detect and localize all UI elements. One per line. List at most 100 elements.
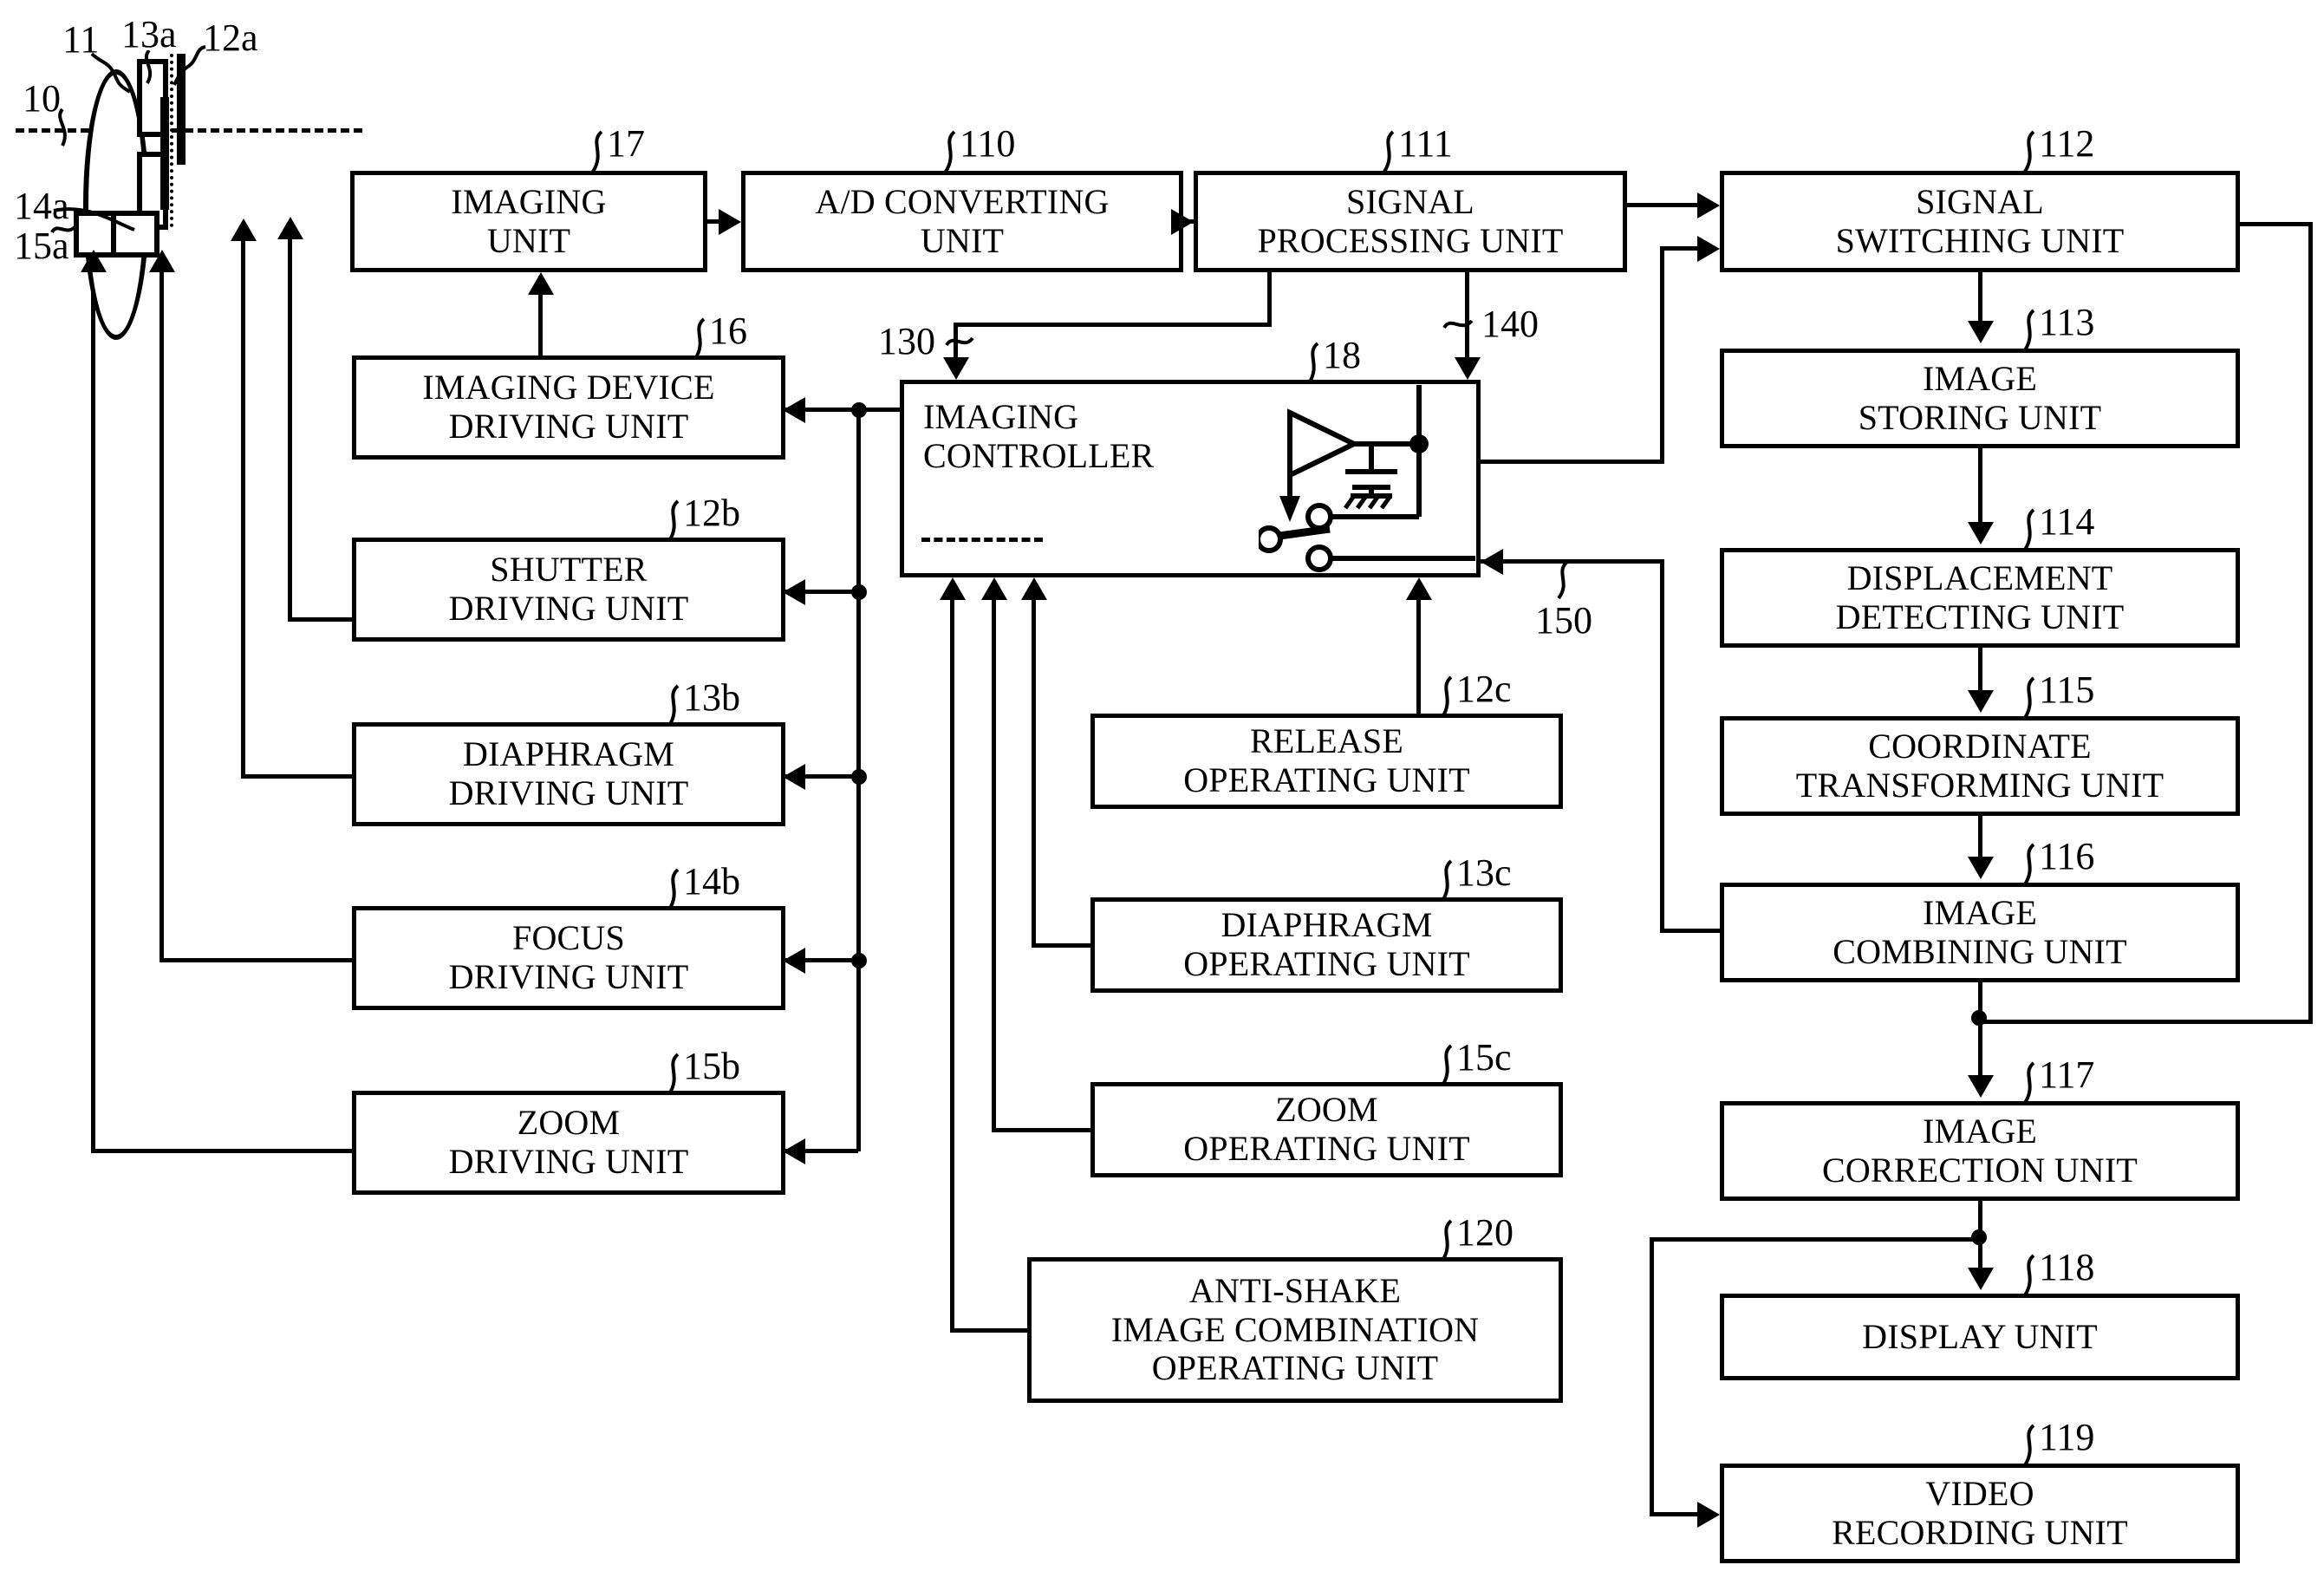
wire-fdu-left [159, 958, 354, 962]
block-signal-processing-unit[interactable]: SIGNAL PROCESSING UNIT [1194, 171, 1627, 272]
block-signal-switching-unit[interactable]: SIGNAL SWITCHING UNIT [1720, 171, 2240, 272]
arrow-zdu-to-zoom [81, 250, 107, 272]
arrow-imaging-to-ad [719, 209, 741, 235]
block-image-storing-unit[interactable]: IMAGE STORING UNIT [1720, 349, 2240, 448]
block-display-unit[interactable]: DISPLAY UNIT [1720, 1294, 2240, 1380]
ref-17: 17 [607, 122, 645, 165]
leader-16 [693, 317, 706, 361]
wire-ddu2-left [241, 774, 354, 779]
controller-switch-input-dashed-wire [921, 538, 1043, 542]
arrow-bus-to-iddu [783, 397, 805, 423]
block-displacement-detecting-unit[interactable]: DISPLACEMENT DETECTING UNIT [1720, 548, 2240, 648]
arrow-ddu-to-ctu [1968, 690, 1994, 713]
wire-sdu-up [288, 222, 292, 621]
arrow-ctu-to-icu [1968, 857, 1994, 879]
arrow-diaphragm-op-to-controller [1021, 577, 1047, 600]
imaging-controller-label: IMAGING CONTROLLER [923, 397, 1155, 475]
arrow-antishake-to-controller [940, 577, 966, 600]
leader-15b [667, 1053, 680, 1096]
block-focus-driving-unit[interactable]: FOCUS DRIVING UNIT [352, 906, 785, 1010]
leader-113 [2023, 309, 2035, 352]
leader-116 [2023, 843, 2035, 886]
ref-13c: 13c [1456, 851, 1512, 894]
ref-14b: 14b [683, 860, 740, 903]
leader-117 [2023, 1061, 2035, 1105]
leader-118 [2023, 1254, 2035, 1297]
leader-13c [1441, 859, 1453, 903]
leader-14b [667, 868, 680, 911]
block-video-recording-unit[interactable]: VIDEO RECORDING UNIT [1720, 1464, 2240, 1563]
block-coordinate-transforming-unit[interactable]: COORDINATE TRANSFORMING UNIT [1720, 716, 2240, 816]
ref-18: 18 [1323, 334, 1361, 376]
ref-111: 111 [1398, 122, 1453, 165]
wire-controller-to-ssu-v [1660, 246, 1664, 463]
leader-110 [944, 130, 956, 173]
ref-13a: 13a [121, 13, 177, 55]
block-anti-shake-image-combination-operating-unit[interactable]: ANTI-SHAKE IMAGE COMBINATION OPERATING U… [1027, 1257, 1563, 1403]
leader-115 [2023, 676, 2035, 720]
arrow-bus-to-sdu [783, 579, 805, 605]
arrow-iddu-to-imaging-unit [528, 272, 554, 295]
wire-zoom-op-up [992, 598, 996, 1131]
wire-zdu-up [91, 264, 95, 1153]
block-release-operating-unit[interactable]: RELEASE OPERATING UNIT [1090, 714, 1563, 809]
ref-119: 119 [2039, 1416, 2095, 1458]
block-zoom-driving-unit[interactable]: ZOOM DRIVING UNIT [352, 1091, 785, 1195]
ref-15b: 15b [683, 1045, 740, 1087]
ref-118: 118 [2039, 1246, 2095, 1288]
leader-15c [1441, 1044, 1453, 1087]
wire-zoom-op-left [992, 1128, 1092, 1132]
leader-17 [591, 130, 603, 173]
wire-release-to-controller [1416, 598, 1421, 715]
block-image-correction-unit[interactable]: IMAGE CORRECTION UNIT [1720, 1101, 2240, 1201]
patent-figure: 10 11 13a 12a 14a 15a IMAGING UNIT A/D C… [0, 0, 2324, 1591]
ref-13b: 13b [683, 676, 740, 719]
ref-114: 114 [2039, 500, 2095, 543]
arrow-sp-to-ssu [1697, 192, 1720, 218]
block-imaging-device-driving-unit[interactable]: IMAGING DEVICE DRIVING UNIT [352, 355, 785, 460]
arrow-fdu-to-focus [149, 250, 175, 272]
arrow-bus-to-zdu [783, 1138, 805, 1164]
block-zoom-operating-unit[interactable]: ZOOM OPERATING UNIT [1090, 1082, 1563, 1177]
wire-ddu-to-ctu [1978, 648, 1982, 695]
wire-antishake-left [950, 1328, 1030, 1333]
leader-140 [1442, 319, 1474, 329]
leader-112 [2023, 130, 2035, 173]
block-diaphragm-operating-unit[interactable]: DIAPHRAGM OPERATING UNIT [1090, 897, 1563, 993]
wire-ddu2-up [241, 224, 245, 779]
block-diaphragm-driving-unit[interactable]: DIAPHRAGM DRIVING UNIT [352, 722, 785, 826]
ref-signal-130: 130 [878, 320, 935, 362]
leader-12b [667, 499, 680, 543]
controller-internal-circuit [1259, 385, 1475, 572]
junction-bus-iddu [851, 402, 867, 418]
ref-signal-140: 140 [1481, 303, 1539, 345]
block-image-combining-unit[interactable]: IMAGE COMBINING UNIT [1720, 883, 2240, 982]
junction-icorr-output [1971, 1229, 1987, 1245]
wire-sdu-left [288, 617, 354, 622]
leader-114 [2023, 508, 2035, 551]
block-imaging-unit[interactable]: IMAGING UNIT [350, 171, 707, 272]
leader-111 [1383, 130, 1395, 173]
junction-icu-output [1971, 1010, 1987, 1026]
block-ad-converting-unit[interactable]: A/D CONVERTING UNIT [741, 171, 1183, 272]
wire-150-to-icu [1660, 929, 1722, 933]
wire-antishake-up [950, 598, 954, 1331]
leader-13b [667, 684, 680, 727]
wire-ctu-to-icu [1978, 816, 1982, 861]
junction-bus-sdu [851, 584, 867, 600]
wire-fdu-up [159, 264, 164, 962]
leader-130 [945, 336, 974, 347]
arrow-bus-to-fdu [783, 948, 805, 974]
ref-15c: 15c [1456, 1036, 1512, 1079]
arrow-130-into-controller [943, 357, 969, 380]
arrow-icu-to-icorr [1968, 1075, 1994, 1098]
arrow-bus-to-ddu2 [783, 764, 805, 790]
wire-icorr-branch-left [1650, 1237, 1978, 1242]
wire-150-v [1660, 559, 1664, 932]
arrow-ssu-to-isu [1968, 321, 1994, 343]
block-shutter-driving-unit[interactable]: SHUTTER DRIVING UNIT [352, 538, 785, 642]
leader-119 [2023, 1424, 2035, 1467]
ref-12b: 12b [683, 492, 740, 534]
leader-12c [1441, 675, 1453, 719]
arrow-ddu2-to-diaphragm [231, 218, 257, 241]
